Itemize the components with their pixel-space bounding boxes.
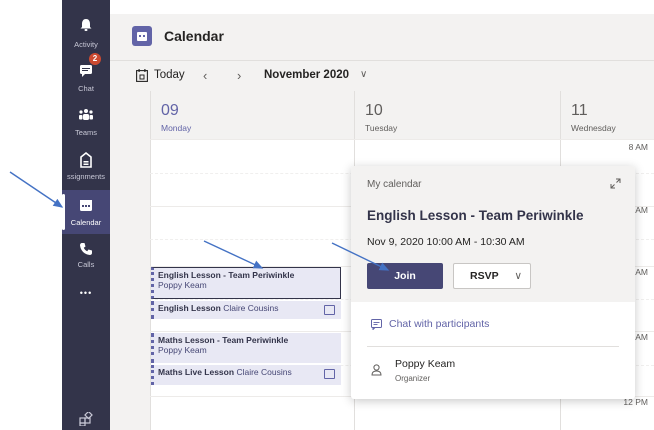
event-maths-team-periwinkle[interactable]: Maths Lesson - Team Periwinkle Poppy Kea… xyxy=(151,333,341,363)
calendar-app-icon xyxy=(132,26,152,46)
event-details-popup: My calendar English Lesson - Team Periwi… xyxy=(351,166,635,399)
arrow-to-calendar xyxy=(9,171,64,208)
assignments-icon xyxy=(80,152,92,168)
chat-with-participants-link[interactable]: Chat with participants xyxy=(389,318,489,330)
calendar-nav: Today ‹ › November 2020 ∨ xyxy=(110,61,654,92)
chevron-down-icon: ∨ xyxy=(514,270,522,282)
hour-line xyxy=(150,139,654,140)
popup-calendar-label: My calendar xyxy=(367,179,422,190)
rail-assignments-label: ssignments xyxy=(67,172,105,181)
rail-activity-label: Activity xyxy=(74,40,98,49)
event-organizer: Claire Cousins xyxy=(223,303,279,313)
today-button[interactable]: Today xyxy=(154,69,185,81)
event-title: Maths Live Lesson xyxy=(158,367,235,377)
rail-more[interactable]: ••• xyxy=(62,282,110,312)
apps-icon xyxy=(79,412,93,426)
next-week-button[interactable]: › xyxy=(237,68,241,83)
day-name: Tuesday xyxy=(365,123,398,133)
chat-icon xyxy=(80,65,92,77)
rail-teams[interactable]: Teams xyxy=(62,100,110,144)
rsvp-button[interactable]: RSVP ∨ xyxy=(453,263,531,289)
chat-badge: 2 xyxy=(89,53,101,65)
bell-icon xyxy=(80,19,92,31)
popup-title: English Lesson - Team Periwinkle xyxy=(367,208,584,223)
event-title: Maths Lesson - Team Periwinkle xyxy=(158,335,289,345)
calendar-icon xyxy=(80,200,92,211)
phone-icon xyxy=(80,243,92,255)
organizer-role: Organizer xyxy=(395,374,431,383)
expand-icon[interactable] xyxy=(610,178,621,189)
meeting-icon xyxy=(324,369,335,379)
rsvp-label: RSVP xyxy=(470,270,499,282)
join-button[interactable]: Join xyxy=(367,263,443,289)
event-organizer: Claire Cousins xyxy=(236,367,292,377)
popup-divider xyxy=(367,346,619,347)
time-column xyxy=(110,91,150,430)
prev-week-button[interactable]: ‹ xyxy=(203,68,207,83)
rail-calendar-label: Calendar xyxy=(70,218,102,227)
event-organizer: Poppy Keam xyxy=(158,345,207,355)
event-title: English Lesson xyxy=(158,303,221,313)
page-title: Calendar xyxy=(164,28,224,44)
person-icon xyxy=(371,364,382,376)
popup-time: Nov 9, 2020 10:00 AM - 10:30 AM xyxy=(367,236,525,248)
day-name: Wednesday xyxy=(571,123,616,133)
event-organizer: Poppy Keam xyxy=(158,280,207,290)
day-number: 10 xyxy=(365,102,383,119)
chat-icon xyxy=(371,319,382,330)
day-number: 11 xyxy=(571,102,588,119)
more-icon: ••• xyxy=(79,288,93,298)
today-icon[interactable] xyxy=(136,69,148,82)
day-header-monday[interactable]: 09 Monday xyxy=(150,91,355,139)
rail-calls[interactable]: Calls xyxy=(62,234,110,278)
rail-calendar[interactable]: Calendar xyxy=(62,190,110,234)
day-header-tuesday[interactable]: 10 Tuesday xyxy=(354,91,561,139)
day-number: 09 xyxy=(161,102,179,119)
organizer-name[interactable]: Poppy Keam xyxy=(395,358,455,370)
event-title: English Lesson - Team Periwinkle xyxy=(158,270,295,280)
event-english-lesson[interactable]: English Lesson Claire Cousins xyxy=(151,301,341,319)
rail-teams-label: Teams xyxy=(74,128,98,137)
rail-calls-label: Calls xyxy=(77,260,95,269)
event-english-team-periwinkle[interactable]: English Lesson - Team Periwinkle Poppy K… xyxy=(151,267,341,299)
rail-apps[interactable] xyxy=(62,406,110,430)
rail-assignments[interactable]: ssignments xyxy=(62,144,110,188)
meeting-icon xyxy=(324,305,335,315)
month-selector[interactable]: November 2020 xyxy=(264,69,349,81)
rail-activity[interactable]: Activity xyxy=(62,12,110,56)
time-label: 8 AM xyxy=(628,142,648,152)
event-maths-live-lesson[interactable]: Maths Live Lesson Claire Cousins xyxy=(151,365,341,385)
day-header-wednesday[interactable]: 11 Wednesday xyxy=(560,91,654,139)
rail-chat[interactable]: 2 Chat xyxy=(62,53,110,100)
day-name: Monday xyxy=(161,123,192,133)
rail-chat-label: Chat xyxy=(78,84,94,93)
teams-icon xyxy=(79,109,93,120)
chevron-down-icon[interactable]: ∨ xyxy=(360,69,367,80)
app-rail: Activity 2 Chat Teams ssignments Calenda… xyxy=(62,0,110,430)
app-header: Calendar xyxy=(110,14,654,61)
